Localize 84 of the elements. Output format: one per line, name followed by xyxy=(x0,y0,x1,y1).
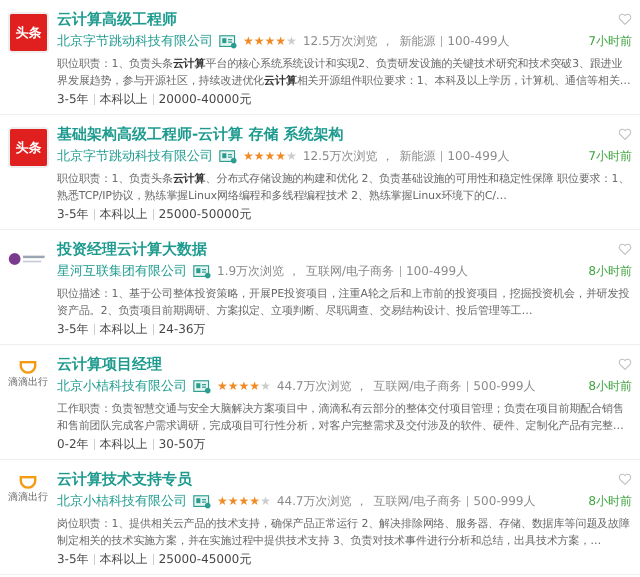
verified-badge-icon xyxy=(219,34,237,48)
company-name[interactable]: 北京字节跳动科技有限公司 xyxy=(57,147,213,165)
heart-icon[interactable] xyxy=(618,472,632,486)
job-description: 职位职责：1、负责头条云计算、分布式存储设施的构建和优化 2、负责基础设施的可用性和稳定性保障 职位要求：1、熟悉TCP/IP协议，熟练掌握Linux网络编程和多线程编程技术 2、熟练掌握Linux环境下的C/… xyxy=(57,171,630,204)
star-icon: ★ xyxy=(264,149,276,163)
education: 本科以上 xyxy=(94,439,148,450)
company-name[interactable]: 星河互联集团有限公司 xyxy=(57,262,187,280)
job-title[interactable]: 投资经理云计算大数据 xyxy=(57,240,207,258)
experience: 3-5年 xyxy=(57,91,89,108)
star-icon: ★ xyxy=(286,34,297,48)
star-icon: ★ xyxy=(260,494,271,508)
verified-badge-icon xyxy=(193,264,211,278)
view-count: 44.7万次浏览 ， xyxy=(276,492,368,510)
education: 本科以上 xyxy=(94,94,148,105)
view-count: 1.9万次浏览 ， xyxy=(217,262,300,280)
company-name[interactable]: 北京小桔科技有限公司 xyxy=(57,377,187,395)
star-icon: ★ xyxy=(286,149,297,163)
star-icon: ★ xyxy=(217,379,228,393)
verified-badge-icon xyxy=(193,378,211,394)
star-icon: ★ xyxy=(249,379,260,393)
salary: 25000-50000元 xyxy=(152,209,252,220)
star-icon: ★ xyxy=(228,494,239,508)
heart-icon[interactable] xyxy=(618,12,632,26)
verified-badge-icon xyxy=(219,148,237,164)
company-size: 100-499人 xyxy=(441,36,510,46)
education: 本科以上 xyxy=(94,554,148,565)
job-title[interactable]: 云计算技术支持专员 xyxy=(57,470,192,488)
experience: 3-5年 xyxy=(57,551,89,568)
job-title[interactable]: 基础架构高级工程师-云计算 存储 系统架构 xyxy=(57,124,344,144)
star-icon: ★ xyxy=(254,34,265,48)
star-icon: ★ xyxy=(275,149,286,163)
star-icon: ★ xyxy=(238,494,250,508)
company-size: 500-999人 xyxy=(467,496,536,506)
star-icon: ★ xyxy=(249,494,260,508)
star-icon: ★ xyxy=(243,34,254,48)
company-size: 500-999人 xyxy=(467,380,536,392)
company-logo: 头条 xyxy=(8,12,49,53)
job-title[interactable]: 云计算项目经理 xyxy=(57,354,162,374)
salary: 20000-40000元 xyxy=(152,94,252,105)
heart-icon[interactable] xyxy=(618,128,632,140)
heart-icon[interactable] xyxy=(618,242,632,256)
post-time: 8小时前 xyxy=(588,378,632,394)
industry: 互联网/电子商务 xyxy=(373,492,462,510)
star-icon: ★ xyxy=(254,149,265,163)
job-description: 职位描述：1、基于公司整体投资策略，开展PE投资项目，注重A轮之后和上市前的投资项目，挖掘投资机会，并研发投资产品。2、负责项目前期调研、方案拟定、立项判断、尽职调查、交易结构设计、投后管理等工… xyxy=(57,286,630,319)
post-time: 7小时前 xyxy=(588,32,632,50)
verified-badge-icon xyxy=(193,494,211,508)
star-icon: ★ xyxy=(217,494,228,508)
job-description: 职位职责：1、负责头条云计算平台的核心系统系统设计和实现2、负责研发设施的关键技术研究和技术突破3、跟进业界发展趋势，参与开源社区，持续改进优化云计算相关开源组件职位要求：1、本科及以上学历，计算机、通信等相关… xyxy=(57,56,632,89)
post-time: 8小时前 xyxy=(588,492,632,510)
industry: 互联网/电子商务 xyxy=(306,262,394,280)
star-icon: ★ xyxy=(275,34,286,48)
view-count: 12.5万次浏览 ， xyxy=(302,148,394,164)
view-count: 12.5万次浏览 ， xyxy=(302,32,394,50)
star-icon: ★ xyxy=(243,149,254,163)
company-size: 100-499人 xyxy=(441,150,510,162)
experience: 3-5年 xyxy=(57,206,89,223)
industry: 互联网/电子商务 xyxy=(373,378,462,394)
experience: 3-5年 xyxy=(57,321,89,338)
salary: 25000-45000元 xyxy=(152,554,252,565)
industry: 新能源 xyxy=(399,32,436,50)
salary: 24-36万 xyxy=(152,324,206,335)
company-size: 100-499人 xyxy=(400,266,468,276)
company-name[interactable]: 北京小桔科技有限公司 xyxy=(57,492,187,510)
star-icon: ★ xyxy=(228,379,239,393)
education: 本科以上 xyxy=(94,324,148,335)
company-logo: 滴滴出行 xyxy=(8,474,48,504)
job-description: 工作职责：负责智慧交通与安全大脑解决方案项目中，滴滴私有云部分的整体交付项目管理；负责在项目前期配合销售和售前团队完成客户需求调研，完成项目可行性分析，对客户完整需求及交付涉及的软件、硬件、定制化产品有完整… xyxy=(57,401,625,434)
experience: 0-2年 xyxy=(57,436,89,453)
view-count: 44.7万次浏览 ， xyxy=(276,378,368,394)
post-time: 8小时前 xyxy=(588,262,632,280)
post-time: 7小时前 xyxy=(588,148,632,164)
heart-icon[interactable] xyxy=(618,358,632,370)
company-logo: 头条 xyxy=(8,127,49,168)
company-logo: 滴滴出行 xyxy=(8,359,48,389)
salary: 30-50万 xyxy=(152,439,206,450)
star-icon: ★ xyxy=(238,379,250,393)
star-icon: ★ xyxy=(260,379,271,393)
industry: 新能源 xyxy=(399,148,436,164)
star-icon: ★ xyxy=(264,34,276,48)
education: 本科以上 xyxy=(94,209,148,220)
job-title[interactable]: 云计算高级工程师 xyxy=(57,10,177,28)
job-description: 岗位职责：1、提供相关云产品的技术支持，确保产品正常运行 2、解决排除网络、服务器、存储、数据库等问题及故障制定相关的技术实施方案，并在实施过程中提供技术支持 3、负责对技术事件进行分析和总结，出具技术方案，… xyxy=(57,516,631,549)
company-name[interactable]: 北京字节跳动科技有限公司 xyxy=(57,32,213,50)
